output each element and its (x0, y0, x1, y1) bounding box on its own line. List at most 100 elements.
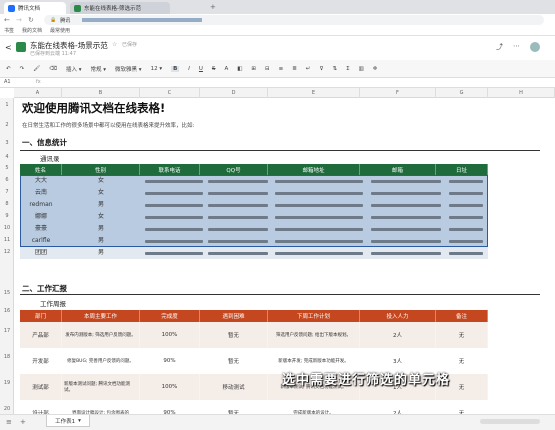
table-caption[interactable]: 通讯录 (40, 153, 60, 163)
sheet-list-icon[interactable]: ≡ (6, 418, 12, 426)
intro-text[interactable]: 在日常生活和工作的很多场景中都可以使用在线表格来提升效率，比如: (22, 121, 194, 129)
share-icon[interactable]: ⤴ (496, 42, 503, 52)
back-arrow-icon[interactable]: ← (4, 16, 10, 24)
cell-reference[interactable]: A1 (4, 79, 34, 87)
name-cell[interactable]: 娜娜 (20, 211, 62, 223)
header-cell[interactable]: 性别 (62, 164, 140, 175)
gender-cell[interactable]: 男 (62, 247, 140, 259)
row-number[interactable]: 9 (0, 213, 14, 219)
row-number[interactable]: 17 (0, 328, 14, 334)
align-center-icon[interactable]: ≣ (292, 66, 297, 72)
header-cell[interactable]: 邮箱 (360, 164, 436, 175)
formula-input[interactable] (48, 79, 548, 87)
dept-cell[interactable]: 设计部 (20, 400, 62, 414)
align-left-icon[interactable]: ≡ (279, 66, 284, 72)
row-number[interactable]: 10 (0, 225, 14, 231)
header-cell[interactable]: 姓名 (20, 164, 62, 175)
filter-icon[interactable]: ⊽ (319, 66, 323, 72)
bookmark-item[interactable]: 最常使用 (50, 27, 70, 34)
dept-cell[interactable]: 测试部 (20, 374, 62, 400)
chevron-down-icon[interactable]: ▾ (78, 418, 81, 424)
dept-cell[interactable]: 开发部 (20, 348, 62, 374)
work-cell[interactable]: 新版本测试问题; 腾讯文档功能测试。 (62, 374, 140, 400)
header-cell[interactable]: 遇到困难 (200, 310, 268, 322)
italic-button[interactable]: I (188, 66, 190, 72)
row-number[interactable]: 19 (0, 380, 14, 386)
name-cell[interactable]: redman (20, 199, 62, 211)
header-cell[interactable]: 投入人力 (360, 310, 436, 322)
percent-cell[interactable]: 90% (140, 348, 200, 374)
people-cell[interactable]: 2人 (360, 400, 436, 414)
percent-cell[interactable]: 100% (140, 374, 200, 400)
clear-format-icon[interactable]: ⌫ (49, 66, 57, 72)
issue-cell[interactable]: 暂无 (200, 348, 268, 374)
insert-menu[interactable]: 插入 ▾ (66, 65, 82, 73)
horizontal-scrollbar[interactable] (480, 419, 540, 424)
percent-cell[interactable]: 90% (140, 400, 200, 414)
forward-arrow-icon[interactable]: → (16, 16, 22, 24)
merge-icon[interactable]: ⊟ (265, 66, 270, 72)
more-icon[interactable]: ⋯ (513, 42, 520, 52)
sum-icon[interactable]: Σ (346, 66, 349, 72)
issue-cell[interactable]: 移动测试 (200, 374, 268, 400)
row-number[interactable]: 3 (0, 140, 14, 146)
row-number[interactable]: 15 (0, 290, 14, 296)
undo-icon[interactable]: ↶ (6, 66, 11, 72)
strike-button[interactable]: S (212, 66, 216, 72)
table-row[interactable]: 产品部 发布内测版本; 筛选用户反馈问题。 100% 暂无 筛选用户反馈问题; … (20, 322, 488, 348)
column-header[interactable]: G (436, 88, 488, 98)
row-number[interactable]: 20 (0, 406, 14, 412)
gender-cell[interactable]: 女 (62, 175, 140, 187)
plan-cell[interactable]: 筛选用户反馈问题; 给出下版本规划。 (268, 322, 360, 348)
new-tab-plus-icon[interactable]: + (210, 3, 216, 11)
fill-color-icon[interactable]: ◧ (237, 66, 242, 72)
row-number[interactable]: 18 (0, 354, 14, 360)
table-caption[interactable]: 工作周报 (40, 298, 66, 308)
sheet-main-title[interactable]: 欢迎使用腾讯文档在线表格! (22, 100, 165, 116)
row-number[interactable]: 12 (0, 249, 14, 255)
reload-icon[interactable]: ↻ (28, 16, 34, 24)
row-number[interactable]: 16 (0, 308, 14, 314)
column-header[interactable]: F (360, 88, 436, 98)
column-header[interactable]: H (488, 88, 555, 98)
plan-cell[interactable]: 完成新版本的设计。 (268, 400, 360, 414)
note-cell[interactable]: 无 (436, 322, 488, 348)
spreadsheet-grid[interactable]: A B C D E F G H 1 2 3 4 5 6 7 8 9 10 11 … (0, 88, 555, 414)
issue-cell[interactable]: 暂无 (200, 400, 268, 414)
bookmark-item[interactable]: 书签 (4, 27, 14, 34)
url-field[interactable]: 🔒 腾讯 (44, 15, 544, 25)
format-painter-icon[interactable]: 🖌 (33, 66, 40, 72)
bold-button[interactable]: B (171, 65, 180, 72)
header-cell[interactable]: 备注 (436, 310, 488, 322)
issue-cell[interactable]: 暂无 (200, 322, 268, 348)
row-number[interactable]: 6 (0, 177, 14, 183)
header-cell[interactable]: 本周主要工作 (62, 310, 140, 322)
work-cell[interactable]: 发布内测版本; 筛选用户反馈问题。 (62, 322, 140, 348)
name-cell[interactable]: 豪豪 (20, 223, 62, 235)
browser-tab-docs[interactable]: 腾讯文档 (4, 2, 66, 14)
freeze-icon[interactable]: ❄ (373, 66, 378, 72)
section-heading[interactable]: 二、工作汇报 (22, 283, 67, 294)
header-cell[interactable]: 邮箱地址 (268, 164, 360, 175)
number-format-menu[interactable]: 常规 ▾ (91, 65, 107, 73)
gender-cell[interactable]: 女 (62, 211, 140, 223)
sheet-tab[interactable]: 工作表1 ▾ (46, 415, 90, 427)
redo-icon[interactable]: ↷ (20, 66, 25, 72)
star-icon[interactable]: ☆ (112, 41, 117, 48)
header-cell[interactable]: 日址 (436, 164, 488, 175)
people-cell[interactable]: 2人 (360, 322, 436, 348)
name-cell[interactable]: carlfle (20, 235, 62, 247)
row-number[interactable]: 1 (0, 102, 14, 108)
column-header[interactable]: B (62, 88, 140, 98)
column-header[interactable]: E (268, 88, 360, 98)
row-number[interactable]: 11 (0, 237, 14, 243)
name-cell[interactable]: 团团 (20, 247, 62, 259)
column-header[interactable]: C (140, 88, 200, 98)
header-cell[interactable]: 联系电话 (140, 164, 200, 175)
gender-cell[interactable]: 女 (62, 187, 140, 199)
gender-cell[interactable]: 男 (62, 199, 140, 211)
note-cell[interactable]: 无 (436, 400, 488, 414)
header-cell[interactable]: 完成度 (140, 310, 200, 322)
name-cell[interactable]: 云南 (20, 187, 62, 199)
add-sheet-icon[interactable]: + (20, 418, 26, 426)
